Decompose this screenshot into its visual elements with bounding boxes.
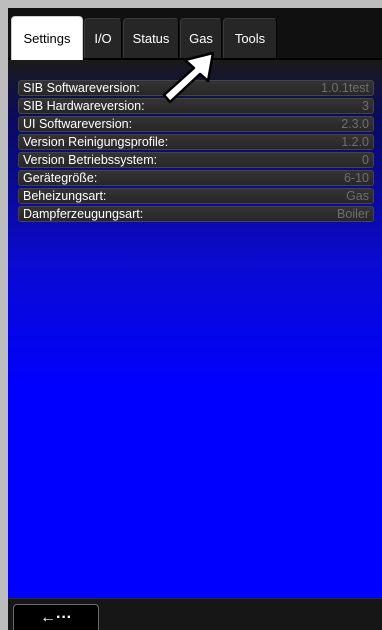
info-label: Dampferzeugungsart: [23, 207, 144, 221]
info-row-ui-software: UI Softwareversion: 2.3.0 [18, 116, 374, 132]
info-label: SIB Softwareversion: [23, 81, 140, 95]
tab-gas[interactable]: Gas [180, 18, 222, 58]
back-button[interactable]: ←··· [13, 604, 99, 630]
info-value: 0 [362, 153, 369, 167]
info-value: 3 [362, 99, 369, 113]
info-label: Beheizungsart: [23, 189, 107, 203]
screen: Settings I/O Status Gas Tools SIB Softwa… [8, 8, 382, 630]
tab-io[interactable]: I/O [84, 18, 122, 58]
tab-settings[interactable]: Settings [11, 16, 83, 60]
info-row-device-size: Gerätegröße: 6-10 [18, 170, 374, 186]
tab-tools[interactable]: Tools [223, 18, 277, 58]
info-label: Version Betriebssystem: [23, 153, 158, 167]
info-row-heating-type: Beheizungsart: Gas [18, 188, 374, 204]
info-value: Boiler [337, 207, 369, 221]
info-row-os-version: Version Betriebssystem: 0 [18, 152, 374, 168]
info-label: SIB Hardwareversion: [23, 99, 145, 113]
info-value: 1.0.1test [321, 81, 369, 95]
tab-status[interactable]: Status [123, 18, 179, 58]
back-arrow-icon: ←··· [40, 609, 72, 626]
info-row-sib-hardware: SIB Hardwareversion: 3 [18, 98, 374, 114]
info-value: 1.2.0 [341, 135, 369, 149]
info-value: 6-10 [343, 171, 369, 185]
info-list: SIB Softwareversion: 1.0.1test SIB Hardw… [18, 80, 374, 224]
info-value: 2.3.0 [341, 117, 369, 131]
info-label: UI Softwareversion: [23, 117, 133, 131]
tab-bar: Settings I/O Status Gas Tools [8, 8, 382, 60]
info-row-steam-type: Dampferzeugungsart: Boiler [18, 206, 374, 222]
bottom-bar: ←··· [8, 598, 382, 630]
info-value: Gas [346, 189, 369, 203]
info-row-sib-software: SIB Softwareversion: 1.0.1test [18, 80, 374, 96]
info-label: Version Reinigungsprofile: [23, 135, 169, 149]
info-label: Gerätegröße: [23, 171, 98, 185]
info-row-cleaning-profiles: Version Reinigungsprofile: 1.2.0 [18, 134, 374, 150]
info-panel: SIB Softwareversion: 1.0.1test SIB Hardw… [8, 60, 382, 598]
